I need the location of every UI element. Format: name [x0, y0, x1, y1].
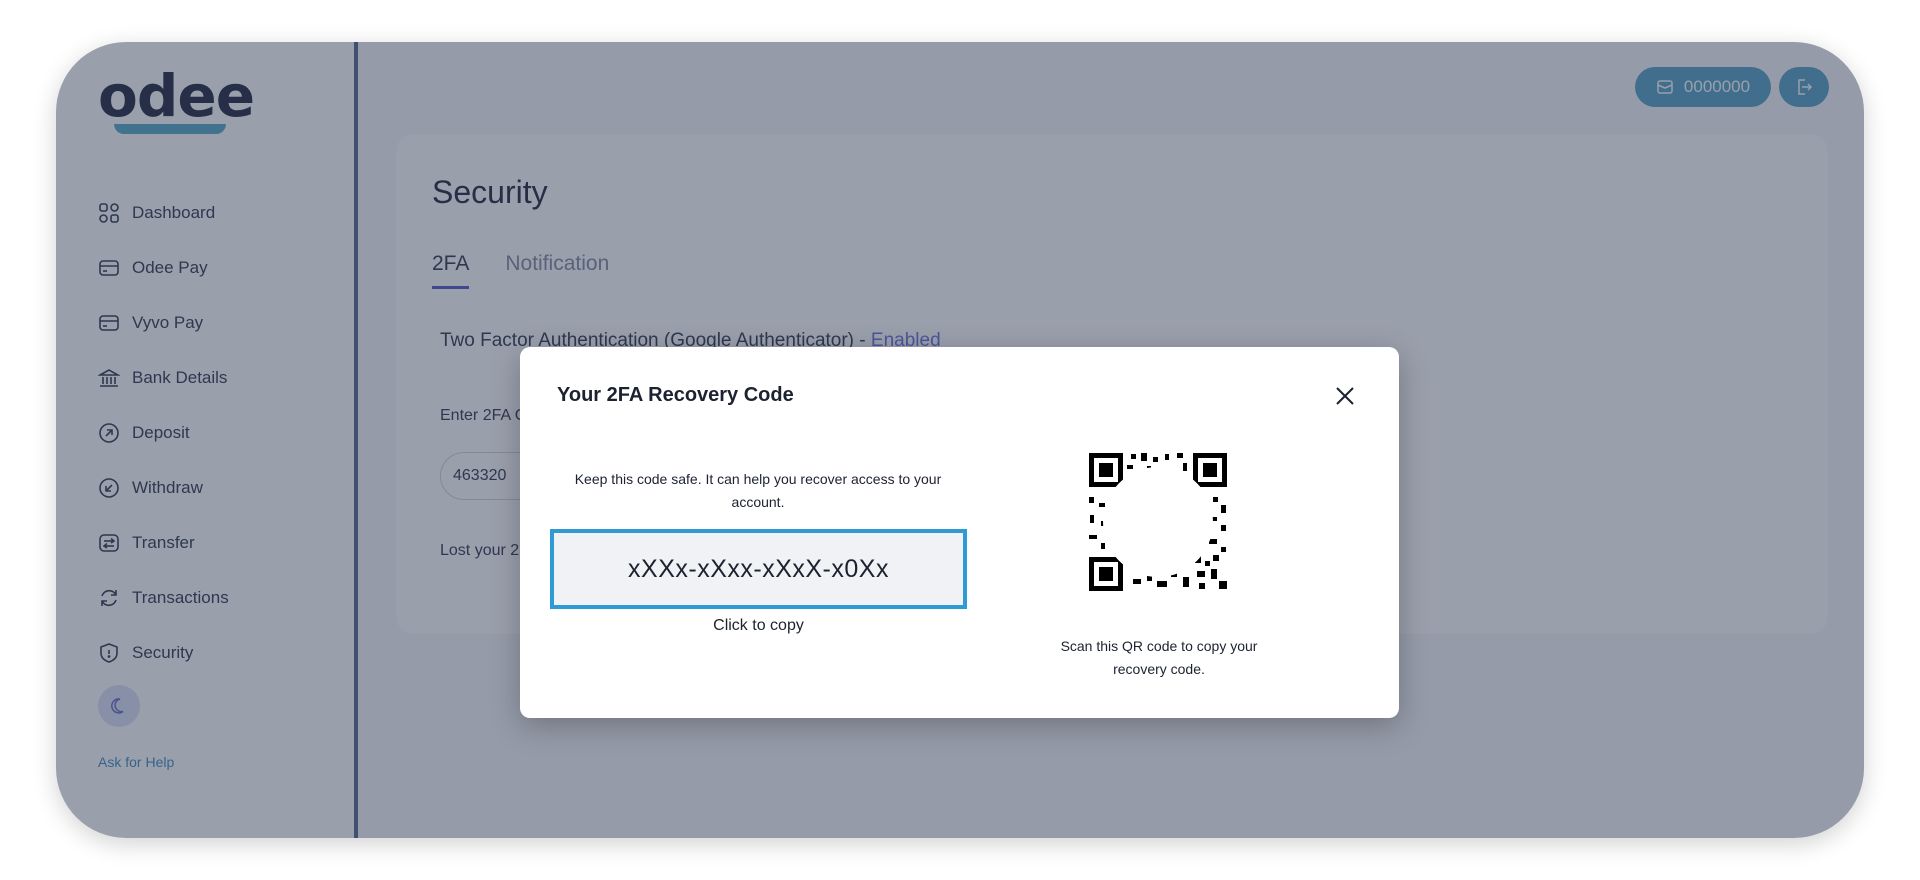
recovery-code-box[interactable]: xXXx-xXxx-xXxX-x0Xx: [550, 529, 967, 609]
qr-hint: Scan this QR code to copy your recovery …: [1060, 638, 1258, 677]
qr-code[interactable]: [1087, 451, 1229, 593]
recovery-code: xXXx-xXxx-xXxX-x0Xx: [628, 554, 889, 583]
close-icon: [1336, 387, 1354, 405]
recovery-code-modal: Your 2FA Recovery Code Keep this code sa…: [520, 347, 1399, 718]
modal-description: Keep this code safe. It can help you rec…: [574, 471, 942, 510]
copy-hint: Click to copy: [713, 617, 804, 634]
modal-title: Your 2FA Recovery Code: [557, 384, 794, 406]
close-button[interactable]: [1334, 385, 1356, 407]
